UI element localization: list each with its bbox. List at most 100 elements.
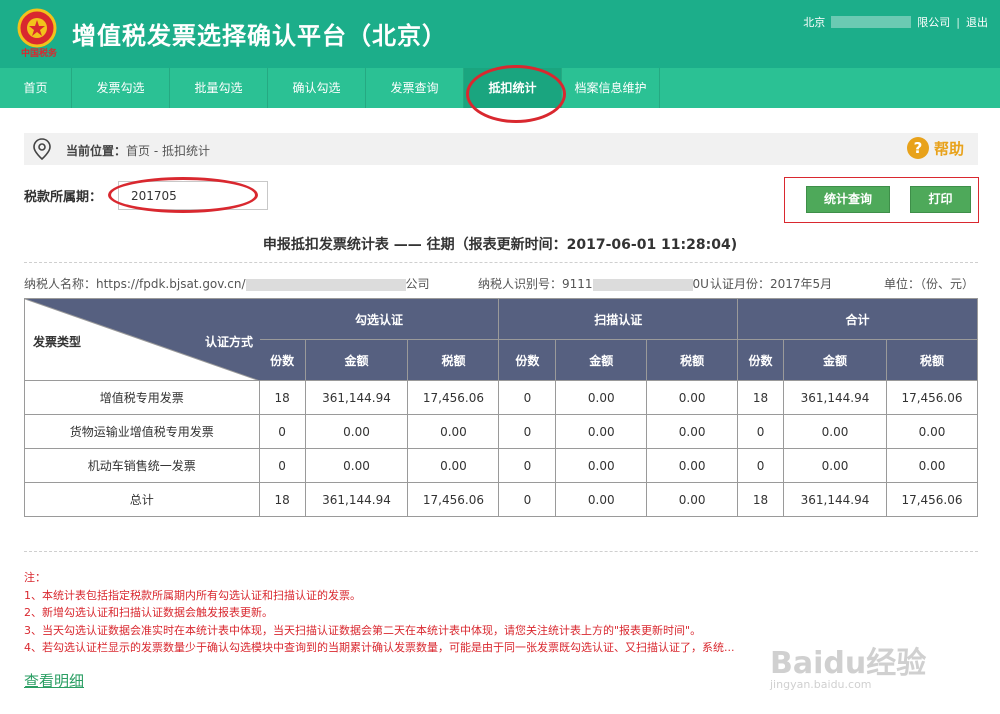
group-header-total: 合计 [737,298,978,340]
table-cell: 0 [498,448,557,483]
sub-header-count: 份数 [737,339,785,381]
tax-period-input[interactable] [118,181,268,210]
table-cell: 0.00 [783,414,887,449]
divider [24,551,978,552]
nav-item-archive-maintenance[interactable]: 档案信息维护 [562,68,660,108]
sub-header-amount: 金额 [783,339,887,381]
group-header-scan-cert: 扫描认证 [498,298,739,340]
print-button[interactable]: 打印 [910,186,971,213]
taxpayer-name-label: 纳税人名称：https://fpdk.bjsat.gov.cn/ [24,277,246,291]
table-cell: 17,456.06 [407,380,500,415]
help-button[interactable]: ? 帮助 [906,137,964,159]
table-cell: 0.00 [555,414,648,449]
table-cell: 0.00 [555,482,648,517]
report-title: 申报抵扣发票统计表 —— 往期（报表更新时间：2017-06-01 11:28:… [262,237,738,253]
taxpayer-id-suffix: 0U [692,277,709,291]
unit-label: 单位：（份、元） [884,277,975,291]
taxpayer-name-redacted [245,278,406,291]
cert-month: 认证月份：2017年5月 [710,277,833,291]
divider [24,262,978,263]
table-cell: 361,144.94 [783,380,887,415]
nav-item-confirm-select[interactable]: 确认勾选 [268,68,366,108]
action-highlight-box: 统计查询 打印 [784,177,979,223]
table-cell: 0.00 [885,414,979,449]
corner-row-label: 发票类型 [33,335,82,349]
breadcrumb-path: 首页 - 抵扣统计 [126,144,210,158]
help-label: 帮助 [933,139,964,158]
table-cell: 17,456.06 [407,482,500,517]
help-icon: ? [906,137,929,159]
app-title: 增值税发票选择确认平台（北京） [72,22,447,50]
table-cell: 0.00 [304,414,409,449]
table-cell: 0 [498,380,557,415]
nav-item-invoice-query[interactable]: 发票查询 [366,68,464,108]
table-cell: 18 [258,380,306,415]
invoice-type-cell: 机动车销售统一发票 [24,448,260,483]
sub-header-amount: 金额 [304,339,409,381]
table-row-total: 总计 18 361,144.94 17,456.06 0 0.00 0.00 1… [24,482,979,517]
table-cell: 361,144.94 [783,482,887,517]
table-cell: 0.00 [783,448,887,483]
table-cell: 18 [737,380,785,415]
table-cell: 0 [498,482,557,517]
location-pin-icon [33,138,51,160]
group-header-checkbox-cert: 勾选认证 [258,298,500,340]
note-item: 4、若勾选认证栏显示的发票数量少于确认勾选模块中查询到的当期累计确认发票数量，可… [24,641,735,654]
table-cell: 17,456.06 [885,482,979,517]
table-cell: 0 [258,414,306,449]
nav-item-deduction-stats[interactable]: 抵扣统计 [464,68,562,108]
nav-item-batch-select[interactable]: 批量勾选 [170,68,268,108]
notes-section: 注： 1、本统计表包括指定税款所属期内所有勾选认证和扫描认证的发票。 2、新增勾… [24,569,734,657]
baidu-watermark: Baidu经验 jingyan.baidu.com [770,638,926,691]
table-cell: 17,456.06 [885,380,979,415]
sub-header-tax: 税额 [407,339,500,381]
invoice-type-cell: 货物运输业增值税专用发票 [24,414,260,449]
invoice-type-cell: 增值税专用发票 [24,380,260,415]
period-label: 税款所属期： [24,190,103,205]
table-cell: 18 [737,482,785,517]
user-area: 北京 限公司 | 退出 [803,14,988,30]
taxpayer-id-label: 纳税人识别号：9111 [478,277,593,291]
stats-query-button[interactable]: 统计查询 [806,186,890,213]
notes-title: 注： [24,571,46,584]
watermark-main: Baidu经验 [770,646,927,681]
breadcrumb: 当前位置：首页 - 抵扣统计 ? 帮助 [24,133,978,165]
breadcrumb-label: 当前位置： [66,144,127,158]
table-cell: 18 [258,482,306,517]
table-row: 增值税专用发票 18 361,144.94 17,456.06 0 0.00 0… [24,380,979,415]
table-cell: 0.00 [646,448,739,483]
user-name-suffix: 限公司 [917,16,951,29]
corner-col-label: 认证方式 [205,335,254,349]
table-cell: 0.00 [885,448,979,483]
app-header: 中国税务 增值税发票选择确认平台（北京） 北京 限公司 | 退出 [0,0,1000,68]
note-item: 1、本统计表包括指定税款所属期内所有勾选认证和扫描认证的发票。 [24,588,361,602]
table-corner-header: 发票类型 认证方式 [24,298,260,381]
nav-item-home[interactable]: 首页 [0,68,72,108]
table-cell: 361,144.94 [304,380,409,415]
sub-header-count: 份数 [498,339,557,381]
table-cell: 0.00 [646,414,739,449]
header-separator: | [956,15,960,29]
table-row: 货物运输业增值税专用发票 0 0.00 0.00 0 0.00 0.00 0 0… [24,414,979,449]
emblem-text: 中国税务 [20,49,57,59]
table-cell: 0 [498,414,557,449]
table-cell: 0 [737,414,785,449]
user-name-prefix: 北京 [803,16,826,29]
table-cell: 0.00 [555,380,648,415]
taxpayer-id: 纳税人识别号：9111 0U [478,275,709,292]
table-cell: 0.00 [555,448,648,483]
sub-header-tax: 税额 [646,339,739,381]
nav-item-invoice-select[interactable]: 发票勾选 [72,68,170,108]
table-cell: 0.00 [646,380,739,415]
table-cell: 0.00 [646,482,739,517]
table-cell: 0.00 [407,448,500,483]
table-cell: 361,144.94 [304,482,409,517]
table-cell: 0.00 [304,448,409,483]
view-detail-link[interactable]: 查看明细 [24,670,84,691]
note-item: 2、新增勾选认证和扫描认证数据会触发报表更新。 [24,606,273,619]
sub-header-amount: 金额 [555,339,648,381]
invoice-type-cell: 总计 [24,482,260,517]
logout-link[interactable]: 退出 [966,14,988,30]
sub-header-tax: 税额 [885,339,979,381]
sub-header-count: 份数 [258,339,306,381]
